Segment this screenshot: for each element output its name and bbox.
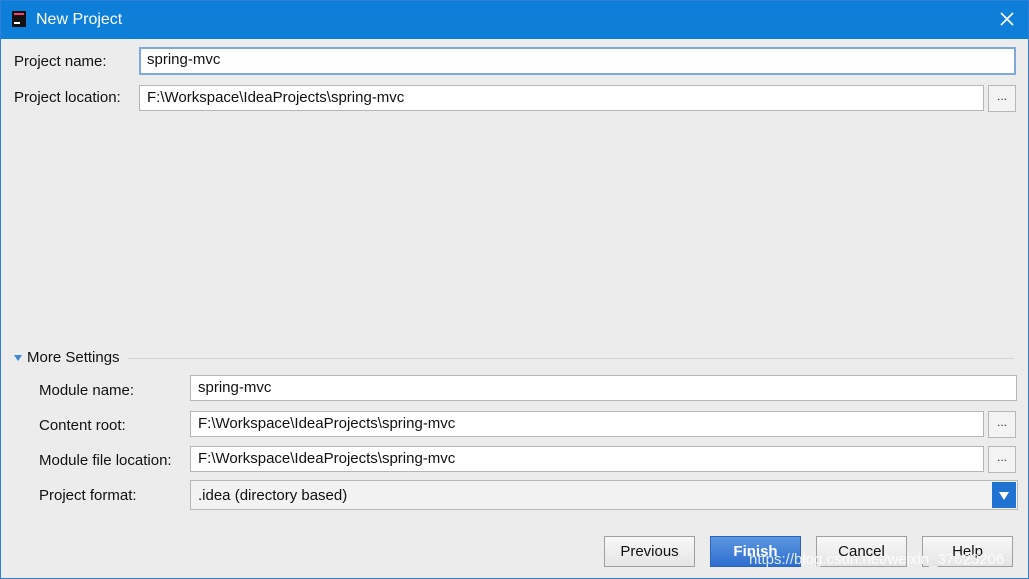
dialog-title: New Project	[36, 11, 123, 28]
cancel-button[interactable]: Cancel	[816, 536, 907, 567]
new-project-dialog: New Project Project name: spring-mvc Pro…	[0, 0, 1029, 579]
intellij-icon	[12, 11, 26, 27]
dropdown-arrow-icon[interactable]	[992, 482, 1016, 508]
more-settings-label: More Settings	[27, 349, 120, 366]
content-root-browse-button[interactable]: ...	[988, 411, 1016, 438]
module-name-input[interactable]: spring-mvc	[190, 375, 1017, 401]
module-file-location-label: Module file location:	[39, 452, 172, 469]
content-root-input[interactable]: F:\Workspace\IdeaProjects\spring-mvc	[190, 411, 984, 437]
project-format-value: .idea (directory based)	[198, 487, 348, 504]
close-icon[interactable]	[998, 10, 1016, 28]
section-divider	[128, 358, 1014, 359]
project-format-label: Project format:	[39, 487, 137, 504]
project-name-label: Project name:	[14, 53, 107, 70]
module-file-location-browse-button[interactable]: ...	[988, 446, 1016, 473]
project-name-input[interactable]: spring-mvc	[139, 47, 1016, 75]
help-button[interactable]: Help	[922, 536, 1013, 567]
more-settings-toggle[interactable]: More Settings	[14, 349, 120, 366]
expand-triangle-icon	[14, 355, 22, 362]
previous-button[interactable]: Previous	[604, 536, 695, 567]
project-location-browse-button[interactable]: ...	[988, 85, 1016, 112]
module-name-label: Module name:	[39, 382, 135, 399]
module-file-location-input[interactable]: F:\Workspace\IdeaProjects\spring-mvc	[190, 446, 984, 472]
project-location-input[interactable]: F:\Workspace\IdeaProjects\spring-mvc	[139, 85, 984, 111]
project-format-select[interactable]: .idea (directory based)	[190, 480, 1018, 510]
title-bar[interactable]: New Project	[1, 1, 1028, 39]
content-root-label: Content root:	[39, 417, 126, 434]
project-location-label: Project location:	[14, 89, 121, 106]
finish-button[interactable]: Finish	[710, 536, 801, 567]
